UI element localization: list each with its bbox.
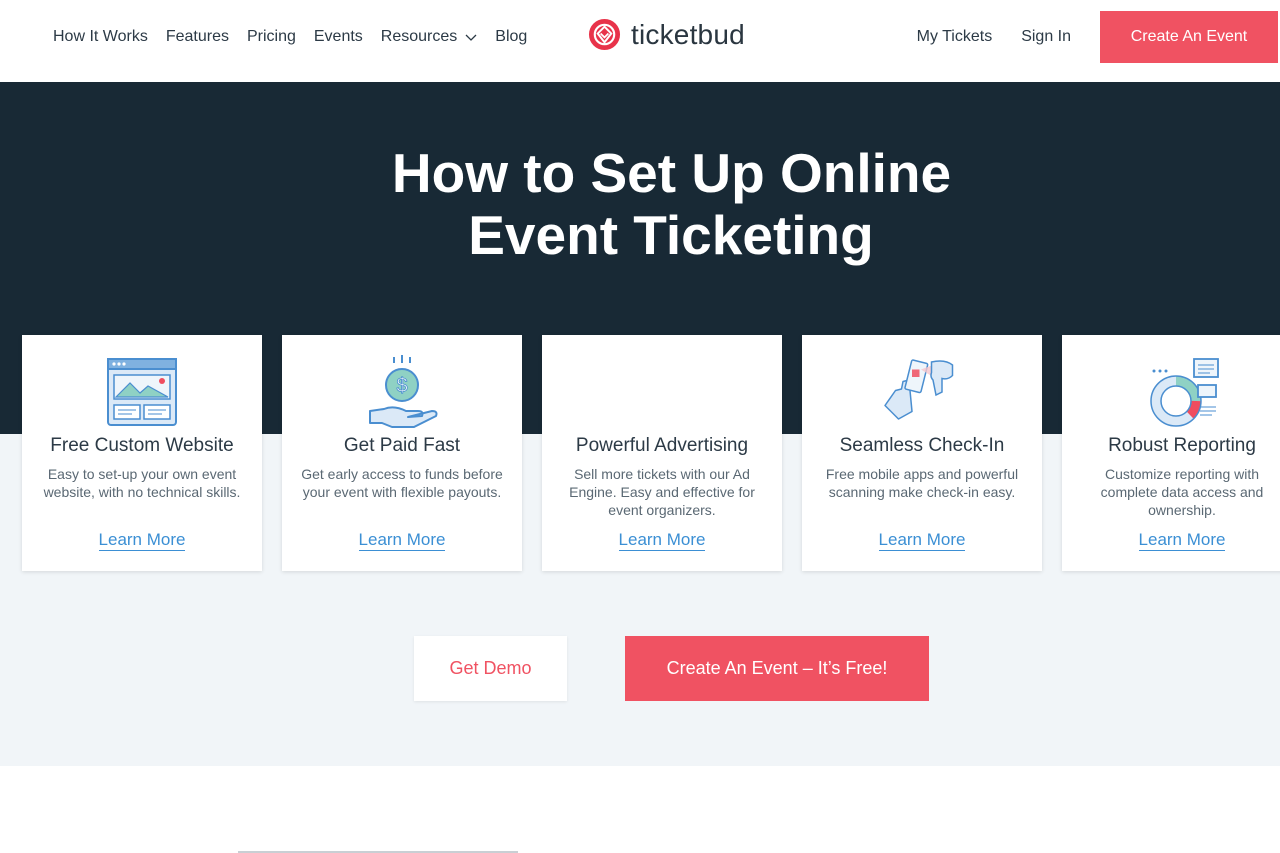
my-tickets-link[interactable]: My Tickets bbox=[917, 28, 993, 46]
nav-resources[interactable]: Resources bbox=[381, 28, 477, 46]
nav-label: Blog bbox=[495, 28, 528, 45]
feature-card-website: Free Custom Website Easy to set-up your … bbox=[22, 335, 262, 571]
nav-label: How It Works bbox=[53, 28, 148, 45]
learn-more-label[interactable]: Learn More bbox=[1138, 530, 1226, 551]
nav-events[interactable]: Events bbox=[314, 28, 363, 46]
nav-how-it-works[interactable]: How It Works bbox=[53, 28, 148, 46]
learn-more-link[interactable]: Learn More bbox=[542, 530, 782, 551]
title-line-1: How to Set Up Online bbox=[391, 142, 952, 204]
nav-label: Resources bbox=[380, 28, 458, 45]
nav-blog[interactable]: Blog bbox=[495, 28, 527, 46]
learn-more-label[interactable]: Learn More bbox=[98, 530, 186, 551]
card-title: Powerful Advertising bbox=[575, 435, 749, 456]
feature-card-reporting: Robust Reporting Customize reporting wit… bbox=[1062, 335, 1280, 571]
nav-label: Events bbox=[313, 28, 363, 45]
create-event-button[interactable]: Create An Event bbox=[1100, 11, 1278, 63]
account-nav: My Tickets Sign In Create An Event bbox=[917, 0, 1280, 74]
learn-more-link[interactable]: Learn More bbox=[1062, 530, 1280, 551]
site-header: How It Works Features Pricing Events Res… bbox=[0, 0, 1280, 82]
svg-text:$: $ bbox=[396, 375, 407, 397]
card-title: Get Paid Fast bbox=[343, 435, 461, 456]
card-description: Get early access to funds before your ev… bbox=[301, 466, 503, 500]
card-title: Free Custom Website bbox=[50, 435, 234, 456]
learn-more-link[interactable]: Learn More bbox=[22, 530, 262, 551]
nav-pricing[interactable]: Pricing bbox=[247, 28, 296, 46]
learn-more-link[interactable]: Learn More bbox=[282, 530, 522, 551]
scanner-icon bbox=[884, 359, 954, 420]
ticketbud-logo-icon bbox=[588, 18, 621, 51]
nav-features[interactable]: Features bbox=[166, 28, 229, 46]
my-tickets-label: My Tickets bbox=[916, 28, 993, 45]
sign-in-label: Sign In bbox=[1021, 28, 1071, 45]
main-nav: How It Works Features Pricing Events Res… bbox=[53, 0, 545, 74]
card-description: Easy to set-up your own event website, w… bbox=[43, 466, 241, 500]
ticketbud-logo[interactable]: ticketbud bbox=[588, 18, 745, 51]
title-line-2: Event Ticketing bbox=[468, 204, 874, 266]
feature-card-checkin: Seamless Check-In Free mobile apps and p… bbox=[802, 335, 1042, 571]
create-event-label: Create An Event bbox=[1130, 28, 1248, 45]
create-event-free-label: Create An Event – It’s Free! bbox=[666, 658, 888, 678]
learn-more-label[interactable]: Learn More bbox=[878, 530, 966, 551]
chevron-down-icon bbox=[465, 34, 477, 41]
card-title: Robust Reporting bbox=[1108, 435, 1256, 456]
page-title: How to Set Up Online Event Ticketing bbox=[0, 142, 1280, 266]
get-demo-button[interactable]: Get Demo bbox=[414, 636, 567, 701]
nav-label: Features bbox=[165, 28, 229, 45]
feature-card-advertising: Powerful Advertising Sell more tickets w… bbox=[542, 335, 782, 571]
create-event-free-button[interactable]: Create An Event – It’s Free! bbox=[625, 636, 929, 701]
reporting-icon bbox=[1150, 358, 1219, 427]
card-description: Sell more tickets with our Ad Engine. Ea… bbox=[569, 466, 755, 518]
nav-label: Pricing bbox=[246, 28, 296, 45]
learn-more-label[interactable]: Learn More bbox=[618, 530, 706, 551]
feature-card-paid: $ Get Paid Fast Get early access to fund… bbox=[282, 335, 522, 571]
card-description: Free mobile apps and powerful scanning m… bbox=[825, 466, 1019, 500]
sign-in-link[interactable]: Sign In bbox=[1021, 28, 1071, 46]
card-title: Seamless Check-In bbox=[839, 435, 1005, 456]
learn-more-link[interactable]: Learn More bbox=[802, 530, 1042, 551]
logo-text: ticketbud bbox=[631, 18, 745, 50]
get-demo-label: Get Demo bbox=[449, 658, 532, 678]
card-description: Customize reporting with complete data a… bbox=[1100, 466, 1264, 518]
money-hand-icon: $ bbox=[369, 355, 438, 428]
website-icon bbox=[107, 358, 177, 426]
learn-more-label[interactable]: Learn More bbox=[358, 530, 446, 551]
